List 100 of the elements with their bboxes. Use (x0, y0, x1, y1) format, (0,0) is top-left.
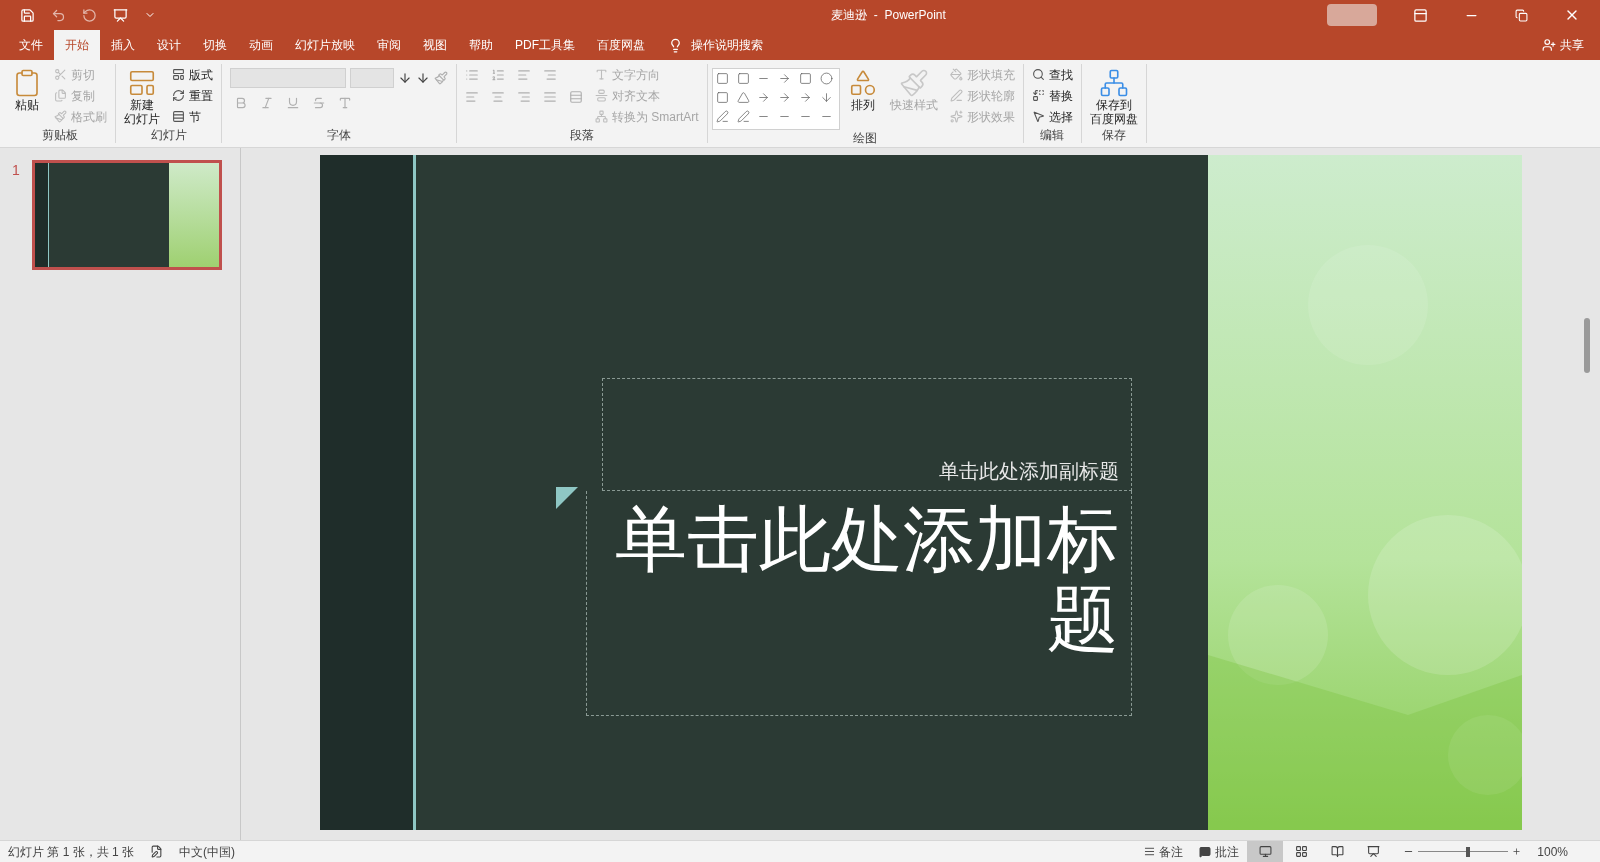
line-spacing-icon[interactable] (543, 68, 557, 82)
group-label: 段落 (568, 127, 595, 143)
view-button[interactable] (1247, 841, 1284, 862)
lightbulb-icon (668, 37, 683, 53)
align-right-icon[interactable] (517, 90, 531, 104)
window-title: 麦迪逊 - PowerPoint (830, 7, 947, 24)
shape-icon[interactable] (778, 91, 792, 104)
ribbon-button[interactable]: 重置 (168, 85, 217, 106)
columns-icon[interactable] (569, 90, 583, 104)
indent-icon[interactable] (517, 68, 531, 82)
ribbon-large-button[interactable]: 保存到 百度网盘 (1085, 64, 1142, 126)
title-placeholder[interactable]: 单击此处添加标题 (585, 491, 1132, 716)
menu-tab[interactable]: 审阅 (366, 30, 412, 60)
menu-tab[interactable]: PDF工具集 (504, 30, 586, 60)
view-icon (1258, 845, 1272, 858)
shape-icon[interactable] (757, 91, 771, 104)
justify-icon[interactable] (543, 90, 557, 104)
menu-tab[interactable]: 百度网盘 (586, 30, 656, 60)
menu-tab[interactable]: 动画 (238, 30, 284, 60)
menu-tab[interactable]: 插入 (100, 30, 146, 60)
numbering-icon[interactable] (491, 68, 505, 82)
menu-tab[interactable]: 开始 (54, 30, 100, 60)
ribbon-button[interactable]: 选择 (1027, 106, 1077, 127)
shape-icon[interactable] (799, 91, 812, 104)
shape-icon[interactable] (819, 72, 833, 85)
redo-icon[interactable] (82, 7, 97, 23)
menu-tab[interactable]: 视图 (412, 30, 458, 60)
subtitle-placeholder[interactable]: 单击此处添加副标题 (601, 378, 1132, 491)
button-icon (54, 110, 67, 123)
ribbon-button[interactable]: 查找 (1027, 64, 1077, 85)
menu-tab[interactable]: 切换 (192, 30, 238, 60)
zoom-in-icon[interactable] (1512, 847, 1522, 856)
shape-icon[interactable] (778, 72, 792, 85)
group-label: 保存 (1100, 127, 1127, 143)
slide-thumbnail[interactable] (31, 160, 222, 270)
bullets-icon[interactable] (465, 68, 479, 82)
slide-number: 1 (12, 161, 20, 180)
shape-icon[interactable] (715, 110, 729, 123)
zoom-thumb[interactable] (1465, 846, 1470, 857)
ribbon-button[interactable]: 版式 (168, 64, 217, 85)
shape-gallery[interactable] (711, 68, 840, 130)
button-icon (127, 68, 157, 98)
bold-icon[interactable] (234, 96, 248, 110)
align-left-icon[interactable] (465, 90, 479, 104)
shape-icon[interactable] (715, 72, 729, 85)
zoom-slider[interactable] (1418, 846, 1509, 857)
italic-icon[interactable] (260, 96, 274, 110)
slide-info: 幻灯片 第 1 张，共 1 张 (8, 843, 135, 861)
button-icon (172, 68, 185, 81)
language: 中文(中国) (179, 843, 236, 861)
menu-tab[interactable]: 幻灯片放映 (284, 30, 366, 60)
notes-button[interactable]: 备注 (1136, 842, 1192, 861)
button-icon (1098, 68, 1129, 98)
button-icon (1031, 89, 1045, 102)
shape-icon[interactable] (736, 110, 750, 123)
view-icon (1366, 845, 1380, 858)
comments-button[interactable]: 批注 (1191, 842, 1248, 861)
triangle-icon (555, 487, 578, 509)
group-label: 剪贴板 (40, 127, 79, 143)
undo-icon[interactable] (51, 7, 66, 23)
button-icon (595, 110, 608, 123)
share-button[interactable]: 共享 (1526, 30, 1600, 60)
ribbon-large-button[interactable]: 排列 (843, 64, 882, 112)
spell-check-icon[interactable] (150, 845, 164, 858)
font-size-field[interactable] (350, 68, 394, 88)
button-icon (54, 89, 67, 102)
ribbon-button[interactable]: 替换 (1027, 85, 1077, 106)
restore-icon[interactable] (1515, 8, 1528, 22)
button-icon (172, 110, 185, 123)
button-icon (949, 68, 963, 81)
ribbon-display-icon[interactable] (1413, 7, 1428, 23)
menu-tab[interactable]: 设计 (146, 30, 192, 60)
button-icon (949, 110, 963, 123)
slideshow-icon[interactable] (113, 7, 128, 23)
shape-icon[interactable] (736, 72, 750, 85)
ribbon-large-button[interactable]: 新建 幻灯片 (120, 64, 164, 126)
button-icon (1031, 68, 1045, 81)
menu-tab[interactable]: 文件 (8, 30, 54, 60)
save-icon[interactable] (20, 7, 35, 23)
ribbon-large-button[interactable]: 粘贴 (8, 64, 46, 112)
button-icon (1031, 110, 1045, 123)
ribbon-button[interactable]: 节 (168, 106, 217, 127)
shape-icon[interactable] (799, 72, 812, 85)
scrollbar[interactable] (1584, 318, 1590, 373)
button-icon (172, 89, 185, 102)
view-icon (1294, 845, 1308, 858)
font-name-field[interactable] (230, 68, 346, 88)
notes-icon (1144, 846, 1156, 857)
zoom-level[interactable]: 100% (1537, 842, 1568, 861)
font-color-icon[interactable] (338, 96, 352, 110)
tell-me-search[interactable]: 操作说明搜索 (656, 30, 775, 60)
menu-tab[interactable]: 帮助 (458, 30, 504, 60)
shape-icon[interactable] (819, 91, 833, 104)
button-icon (898, 68, 929, 98)
align-center-icon[interactable] (491, 90, 505, 104)
shape-icon[interactable] (736, 91, 750, 104)
underline-icon[interactable] (286, 96, 300, 110)
strikethrough-icon[interactable] (312, 96, 326, 110)
view-icon (1330, 845, 1344, 858)
shape-icon[interactable] (715, 91, 729, 104)
